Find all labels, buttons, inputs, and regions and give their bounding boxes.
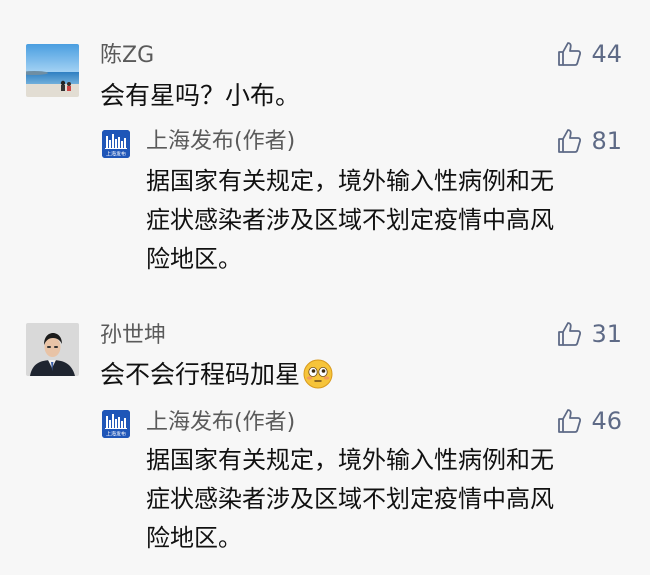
user-avatar-1[interactable]: [26, 44, 79, 97]
reply-like-count-1: 81: [591, 127, 622, 155]
author-logo-2: 上海发布: [102, 410, 130, 438]
svg-text:上海发布: 上海发布: [106, 151, 126, 158]
user-avatar-2[interactable]: [26, 323, 79, 376]
comment-text-1: 会有星吗？小布。: [100, 81, 301, 110]
reply-text-2: 据国家有关规定，境外输入性病例和无 症状感染者涉及区域不划定疫情中高风 险地区。: [146, 441, 626, 558]
like-count-1: 44: [591, 40, 622, 68]
user-name-2[interactable]: 孙世坤: [100, 325, 166, 347]
reply-line: 险地区。: [146, 524, 242, 552]
svg-text:上海发布: 上海发布: [106, 431, 126, 438]
reply-like-button-2[interactable]: 46: [555, 406, 622, 436]
thumbs-up-icon: [558, 129, 582, 153]
reply-author-2[interactable]: 上海发布(作者): [146, 412, 295, 434]
reply-text-1: 据国家有关规定，境外输入性病例和无 症状感染者涉及区域不划定疫情中高风 险地区。: [146, 162, 626, 279]
user-name-1[interactable]: 陈ZG: [100, 45, 154, 67]
like-button-1[interactable]: 44: [555, 39, 622, 69]
thumbs-up-icon: [558, 409, 582, 433]
reply-author-1[interactable]: 上海发布(作者): [146, 131, 295, 153]
comment-text-2-content: 会不会行程码加星: [100, 360, 301, 389]
comment-text-2: 会不会行程码加星: [100, 359, 333, 391]
thumbs-up-icon: [558, 322, 582, 346]
flushed-face-icon: [303, 359, 333, 389]
reply-like-count-2: 46: [591, 407, 622, 435]
like-count-2: 31: [591, 320, 622, 348]
reply-line: 据国家有关规定，境外输入性病例和无: [146, 446, 554, 474]
reply-line: 据国家有关规定，境外输入性病例和无: [146, 167, 554, 195]
thumbs-up-icon: [558, 42, 582, 66]
like-button-2[interactable]: 31: [555, 319, 622, 349]
reply-line: 症状感染者涉及区域不划定疫情中高风: [146, 206, 554, 234]
author-logo-1: 上海发布: [102, 130, 130, 158]
reply-line: 险地区。: [146, 245, 242, 273]
reply-like-button-1[interactable]: 81: [555, 126, 622, 156]
reply-line: 症状感染者涉及区域不划定疫情中高风: [146, 485, 554, 513]
